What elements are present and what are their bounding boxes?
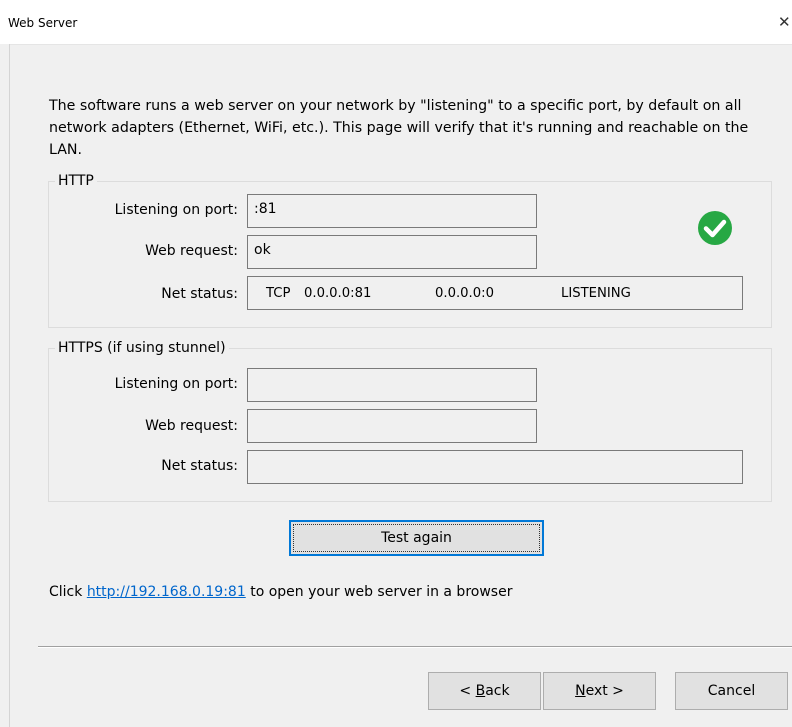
netstatus-state: LISTENING	[561, 285, 631, 301]
https-request-label: Web request:	[145, 418, 238, 434]
window-left-edge	[0, 44, 10, 727]
https-netstatus-field[interactable]	[247, 450, 743, 484]
description-text: The software runs a web server on your n…	[49, 98, 749, 158]
http-request-field[interactable]: ok	[247, 235, 537, 269]
open-browser-line: Click http://192.168.0.19:81 to open you…	[49, 582, 512, 602]
http-request-label: Web request:	[145, 243, 238, 259]
https-port-label: Listening on port:	[114, 376, 238, 392]
title-bar: Web Server ✕	[0, 0, 792, 45]
http-group-legend: HTTP	[55, 172, 97, 190]
server-url-link[interactable]: http://192.168.0.19:81	[87, 584, 246, 600]
next-button[interactable]: Next >	[543, 672, 656, 710]
http-port-label: Listening on port:	[114, 202, 238, 218]
next-mnemonic: N	[575, 683, 586, 699]
next-rest: ext >	[585, 683, 624, 699]
back-button[interactable]: < Back	[428, 672, 541, 710]
netstatus-foreign: 0.0.0.0:0	[435, 285, 494, 301]
https-request-field[interactable]	[247, 409, 537, 443]
back-prefix: <	[459, 683, 476, 699]
back-mnemonic: B	[475, 683, 486, 699]
footer-separator	[38, 646, 792, 648]
https-group-legend: HTTPS (if using stunnel)	[55, 339, 229, 357]
check-circle-icon	[698, 211, 732, 245]
click-suffix: to open your web server in a browser	[245, 584, 513, 600]
http-port-field[interactable]: :81	[247, 194, 537, 228]
test-again-button[interactable]: Test again	[289, 520, 544, 556]
https-netstatus-label: Net status:	[161, 458, 238, 474]
cancel-label: Cancel	[707, 683, 756, 699]
focus-rect	[293, 524, 540, 552]
click-prefix: Click	[49, 584, 87, 600]
close-icon[interactable]: ✕	[778, 8, 792, 36]
https-port-field[interactable]	[247, 368, 537, 402]
netstatus-proto: TCP	[266, 285, 291, 301]
window-title: Web Server	[8, 16, 78, 30]
back-rest: ack	[485, 683, 510, 699]
netstatus-local: 0.0.0.0:81	[304, 285, 372, 301]
http-netstatus-label: Net status:	[161, 286, 238, 302]
http-netstatus-field[interactable]: TCP 0.0.0.0:81 0.0.0.0:0 LISTENING	[247, 276, 743, 310]
cancel-button[interactable]: Cancel	[675, 672, 788, 710]
